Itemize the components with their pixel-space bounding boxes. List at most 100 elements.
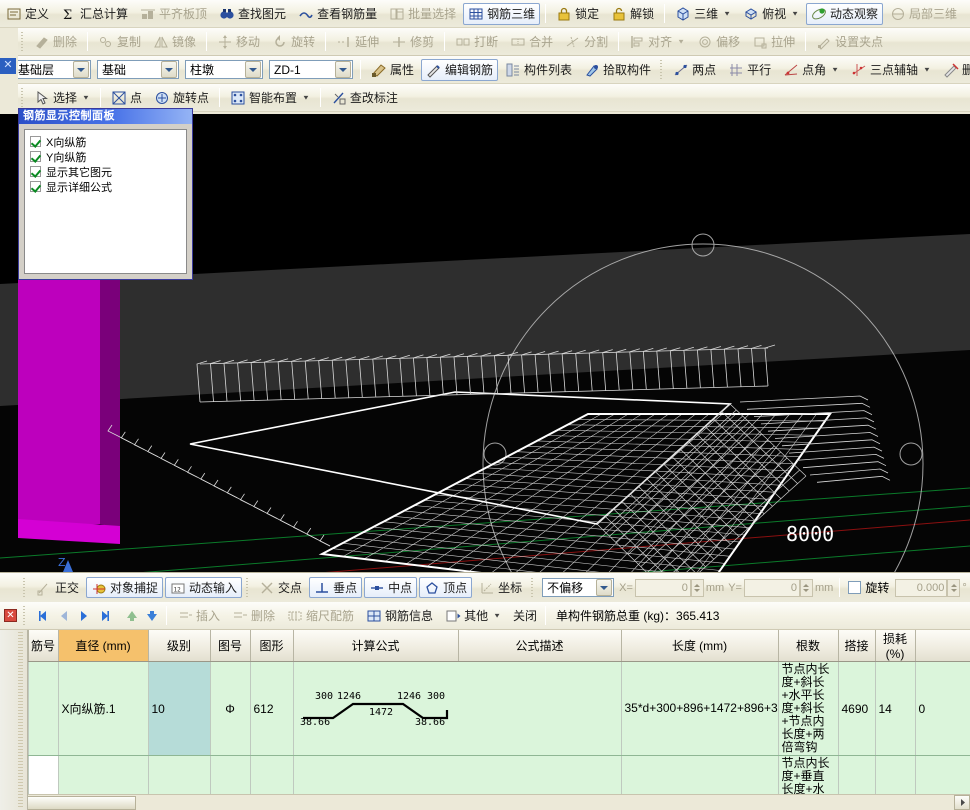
cell-grade[interactable]: Φ bbox=[210, 662, 250, 756]
toolbar-item-%E9%94%81%E5%AE%9A[interactable]: 锁定 bbox=[551, 3, 604, 25]
table-header-4[interactable]: 图号 bbox=[210, 630, 250, 662]
y-spinner[interactable] bbox=[800, 579, 813, 597]
toolbar-item-%E4%BF%AF%E8%A7%86[interactable]: 俯视▼ bbox=[738, 3, 804, 25]
toolbar-grip[interactable] bbox=[529, 578, 536, 598]
table-header-3[interactable]: 级别 bbox=[148, 630, 210, 662]
toolbar-grip[interactable] bbox=[244, 578, 251, 598]
toolbar-item-%E5%AE%9A%E4%B9%89[interactable]: 定义 bbox=[1, 3, 54, 25]
snap-%E9%A1%B6%E7%82%B9[interactable]: 顶点 bbox=[419, 577, 472, 598]
button-%E6%9E%84%E4%BB%B6%E5%88%97%E8%A1%A8[interactable]: 构件列表 bbox=[500, 59, 577, 81]
toolbar-item-%E6%9F%A5%E6%89%BE%E5%9B%BE%E5%85%83[interactable]: 查找图元 bbox=[214, 3, 291, 25]
cell-count[interactable]: 14 bbox=[875, 662, 915, 756]
table-header-8[interactable]: 长度 (mm) bbox=[621, 630, 778, 662]
chevron-down-icon[interactable]: ▼ bbox=[723, 10, 731, 17]
checkbox[interactable] bbox=[30, 181, 41, 192]
scroll-thumb[interactable] bbox=[16, 796, 136, 810]
nav-up-button[interactable] bbox=[122, 606, 142, 626]
chevron-down-icon[interactable]: ▼ bbox=[677, 38, 685, 45]
table-header-5[interactable]: 图形 bbox=[250, 630, 293, 662]
combo-category[interactable]: 基础 bbox=[97, 60, 179, 79]
chevron-down-icon[interactable]: ▼ bbox=[493, 612, 501, 619]
snap-%E4%BA%A4%E7%82%B9[interactable]: 交点 bbox=[254, 577, 307, 598]
cell-diameter[interactable]: 10 bbox=[148, 662, 210, 756]
chevron-down-icon[interactable] bbox=[73, 61, 89, 78]
button-%E6%8B%BE%E5%8F%96%E6%9E%84%E4%BB%B6[interactable]: 拾取构件 bbox=[579, 59, 656, 81]
status-toggle-%E5%8A%A8%E6%80%81%E8%BE%93%E5%85%A5[interactable]: 12动态输入 bbox=[165, 577, 242, 598]
toolbar-grip[interactable] bbox=[658, 60, 665, 80]
row-handle[interactable] bbox=[28, 662, 58, 756]
button-%E7%BC%96%E8%BE%91%E9%92%A2%E7%AD%8B[interactable]: 编辑钢筋 bbox=[421, 59, 498, 81]
chevron-down-icon[interactable] bbox=[596, 579, 612, 596]
offset-mode-combo[interactable]: 不偏移 bbox=[542, 578, 614, 597]
chevron-down-icon[interactable]: ▼ bbox=[791, 10, 799, 17]
chevron-down-icon[interactable]: ▼ bbox=[302, 94, 310, 101]
toolbar-item-%E5%85%A8%E5%B1%8F[interactable]: 全屏 bbox=[964, 3, 970, 25]
toolbar-grip[interactable] bbox=[19, 32, 26, 52]
rotate-input[interactable]: 0.000 bbox=[895, 579, 947, 597]
checkbox[interactable] bbox=[30, 136, 41, 147]
table-row[interactable]: 1X向纵筋.110Φ612 300 1246 1472 1246 300 38.… bbox=[0, 662, 970, 756]
draw-tool-%E6%97%8B%E8%BD%AC%E7%82%B9[interactable]: 旋转点 bbox=[149, 87, 214, 109]
toolbar-grip[interactable] bbox=[21, 578, 28, 598]
table-header-10[interactable]: 搭接 bbox=[838, 630, 875, 662]
table-header-11[interactable]: 损耗 (%) bbox=[875, 630, 915, 662]
snap-%E5%9D%90%E6%A0%87[interactable]: 坐标 bbox=[474, 577, 527, 598]
toolbar-item-%E6%9F%A5%E7%9C%8B%E9%92%A2%E7%AD%8B%E9%87%8F[interactable]: 查看钢筋量 bbox=[293, 3, 382, 25]
axis-tool-%E5%88%A0%E9%99%A4%E8%BE%85%E8%BD%B4[interactable]: 删除辅轴 bbox=[938, 59, 970, 81]
cell-lap[interactable]: 0 bbox=[915, 662, 970, 756]
toolbar-item-%E9%92%A2%E7%AD%8B%E4%B8%89%E7%BB%B4[interactable]: 钢筋三维 bbox=[463, 3, 540, 25]
toolbar-item-%E4%B8%89%E7%BB%B4[interactable]: 三维▼ bbox=[670, 3, 736, 25]
draw-tool-%E6%9F%A5%E6%94%B9%E6%A0%87%E6%B3%A8[interactable]: 查改标注 bbox=[326, 87, 403, 109]
cell-shape-no[interactable]: 612 bbox=[250, 662, 293, 756]
nav-prev-button[interactable] bbox=[54, 606, 74, 626]
checkbox[interactable] bbox=[30, 166, 41, 177]
horizontal-scrollbar[interactable] bbox=[0, 794, 970, 810]
rotate-checkbox[interactable] bbox=[848, 581, 861, 594]
axis-tool-%E5%B9%B3%E8%A1%8C[interactable]: 平行 bbox=[723, 59, 776, 81]
cell-length[interactable]: 4690 bbox=[838, 662, 875, 756]
combo-floor[interactable]: 基础层 bbox=[13, 60, 91, 79]
checkbox[interactable] bbox=[30, 151, 41, 162]
close-panel-icon[interactable]: ✕ bbox=[0, 58, 16, 74]
axis-tool-%E4%B8%A4%E7%82%B9[interactable]: 两点 bbox=[668, 59, 721, 81]
status-toggle-%E5%AF%B9%E8%B1%A1%E6%8D%95%E6%8D%89[interactable]: 对象捕捉 bbox=[86, 577, 163, 598]
cell-rebar-name[interactable]: X向纵筋.1 bbox=[58, 662, 148, 756]
table-header-6[interactable]: 计算公式 bbox=[293, 630, 458, 662]
rebar-display-control-panel[interactable]: 钢筋显示控制面板 X向纵筋Y向纵筋显示其它图元显示详细公式 bbox=[18, 108, 193, 280]
gridbar-button-%E9%92%A2%E7%AD%8B%E4%BF%A1%E6%81%AF[interactable]: 钢筋信息 bbox=[361, 605, 438, 627]
y-input[interactable]: 0 bbox=[744, 579, 800, 597]
toolbar-item-%E8%A7%A3%E9%94%81[interactable]: 解锁 bbox=[606, 3, 659, 25]
chevron-down-icon[interactable]: ▼ bbox=[831, 66, 839, 73]
snap-%E5%9E%82%E7%82%B9[interactable]: 垂点 bbox=[309, 577, 362, 598]
gridbar-button-%E5%85%B6%E4%BB%96[interactable]: 其他▼ bbox=[440, 605, 506, 627]
table-header-2[interactable]: 直径 (mm) bbox=[58, 630, 148, 662]
button-%E5%B1%9E%E6%80%A7[interactable]: 属性 bbox=[366, 59, 419, 81]
chevron-down-icon[interactable] bbox=[335, 61, 351, 78]
combo-component-name[interactable]: ZD-1 bbox=[269, 60, 353, 79]
table-header-9[interactable]: 根数 bbox=[778, 630, 838, 662]
toolbar-item-%E5%8A%A8%E6%80%81%E8%A7%82%E5%AF%9F[interactable]: 动态观察 bbox=[806, 3, 883, 25]
rotate-spinner[interactable] bbox=[947, 579, 960, 597]
axis-tool-%E7%82%B9%E8%A7%92[interactable]: 点角▼ bbox=[778, 59, 844, 81]
chevron-down-icon[interactable]: ▼ bbox=[82, 94, 90, 101]
x-input[interactable]: 0 bbox=[635, 579, 691, 597]
draw-tool-%E7%82%B9[interactable]: 点 bbox=[106, 87, 147, 109]
rebar-panel-item-3[interactable]: 显示详细公式 bbox=[30, 179, 186, 194]
rebar-panel-item-0[interactable]: X向纵筋 bbox=[30, 134, 186, 149]
cell-formula[interactable]: 35*d+300+896+1472+896+35*d+300+12.5*d bbox=[621, 662, 778, 756]
table-header-1[interactable]: 筋号 bbox=[28, 630, 58, 662]
status-toggle-%E6%AD%A3%E4%BA%A4[interactable]: 正交 bbox=[31, 577, 84, 598]
rebar-panel-item-2[interactable]: 显示其它图元 bbox=[30, 164, 186, 179]
nav-down-button[interactable] bbox=[142, 606, 162, 626]
gridbar-button-%E5%85%B3%E9%97%AD[interactable]: 关闭 bbox=[508, 605, 542, 627]
chevron-down-icon[interactable] bbox=[245, 61, 261, 78]
cell-shape[interactable]: 300 1246 1472 1246 300 38.66 38.66 bbox=[293, 662, 621, 756]
axis-tool-%E4%B8%89%E7%82%B9%E8%BE%85%E8%BD%B4[interactable]: 三点辅轴▼ bbox=[846, 59, 936, 81]
nav-next-button[interactable] bbox=[74, 606, 94, 626]
nav-first-button[interactable] bbox=[34, 606, 54, 626]
combo-component-type[interactable]: 柱墩 bbox=[185, 60, 263, 79]
draw-tool-%E9%80%89%E6%8B%A9[interactable]: 选择▼ bbox=[29, 87, 95, 109]
toolbar-grip[interactable] bbox=[19, 88, 26, 108]
table-header-7[interactable]: 公式描述 bbox=[458, 630, 621, 662]
cell-description[interactable]: 节点内长度+斜长+水平长度+斜长+节点内长度+两倍弯钩 bbox=[778, 662, 838, 756]
